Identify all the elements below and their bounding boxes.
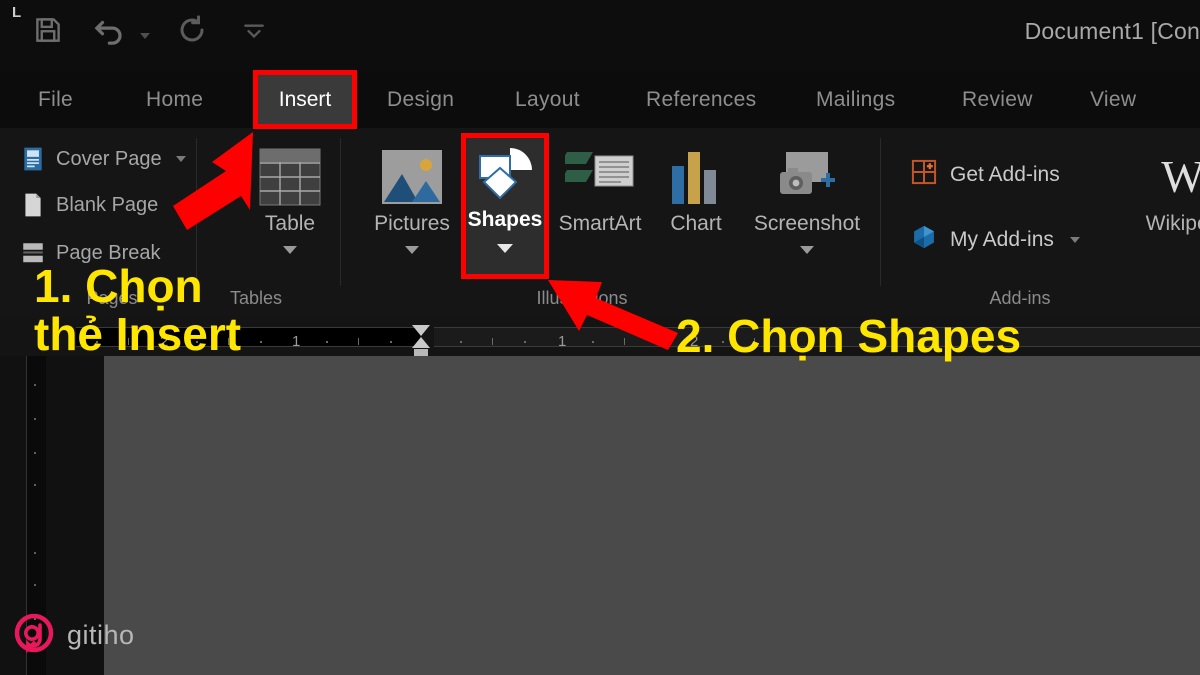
ruler-minor-tick (460, 341, 462, 343)
pictures-button[interactable]: Pictures (364, 142, 460, 254)
undo-icon[interactable] (90, 10, 130, 50)
chart-label: Chart (670, 212, 722, 235)
vruler-minor-tick (34, 484, 36, 486)
shapes-button[interactable]: Shapes (461, 133, 549, 279)
tab-layout[interactable]: Layout (515, 72, 580, 128)
gitiho-watermark-label: gitiho (67, 620, 135, 650)
ruler-minor-tick (492, 338, 493, 345)
wikipedia-button[interactable]: W Wikiped (1128, 142, 1200, 236)
get-addins-button[interactable]: Get Add-ins (910, 158, 1060, 192)
group-divider (340, 138, 341, 286)
vruler-minor-tick (34, 452, 36, 454)
ruler-minor-tick (524, 341, 526, 343)
quick-access-toolbar (28, 10, 274, 50)
ruler-minor-tick (390, 341, 392, 343)
gitiho-watermark: gitiho (14, 613, 135, 658)
tab-references[interactable]: References (646, 72, 756, 128)
my-addins-label: My Add-ins (950, 228, 1054, 251)
redo-icon[interactable] (172, 10, 212, 50)
group-label-addins: Add-ins (989, 288, 1051, 308)
my-addins-icon (910, 223, 938, 257)
ruler-minor-tick (326, 341, 328, 343)
group-divider (880, 138, 881, 286)
blank-page-button[interactable]: Blank Page (20, 192, 158, 218)
wikipedia-label: Wikiped (1145, 212, 1200, 235)
screenshot-dropdown-caret-icon[interactable] (800, 246, 814, 254)
ruler-minor-tick (358, 338, 359, 345)
tab-insert-label: Insert (278, 87, 332, 111)
tab-review[interactable]: Review (962, 72, 1033, 128)
shapes-icon (474, 142, 536, 204)
screenshot-label: Screenshot (753, 212, 861, 235)
tab-file[interactable]: File (38, 72, 73, 128)
get-addins-icon (910, 158, 938, 192)
pictures-label: Pictures (374, 212, 450, 235)
document-page[interactable]: y (104, 356, 1200, 675)
get-addins-label: Get Add-ins (950, 163, 1060, 186)
left-indent-marker[interactable] (414, 349, 428, 356)
document-title: Document1 [Con (1024, 18, 1200, 44)
blank-page-icon (20, 192, 46, 218)
screenshot-icon (776, 142, 838, 206)
tab-view[interactable]: View (1090, 72, 1136, 128)
vruler-minor-tick (34, 584, 36, 586)
pictures-dropdown-caret-icon[interactable] (405, 246, 419, 254)
customize-quick-access-icon[interactable] (234, 10, 274, 50)
chart-button[interactable]: Chart (648, 142, 744, 236)
smartart-icon (565, 142, 635, 206)
annotation-step-2: 2. Chọn Shapes (676, 310, 1022, 362)
pictures-icon (380, 142, 444, 206)
my-addins-button[interactable]: My Add-ins (910, 223, 1080, 257)
vruler-minor-tick (34, 384, 36, 386)
cover-page-icon (20, 146, 46, 172)
gitiho-logo-icon (14, 613, 54, 658)
undo-dropdown-caret-icon[interactable] (140, 33, 150, 39)
hanging-indent-marker[interactable] (412, 337, 430, 348)
screenshot-button[interactable]: Screenshot (752, 142, 862, 254)
shapes-label: Shapes (467, 208, 543, 231)
save-icon[interactable] (28, 10, 68, 50)
my-addins-caret-icon[interactable] (1069, 237, 1080, 243)
chart-icon (668, 142, 724, 206)
vruler-minor-tick (34, 418, 36, 420)
wikipedia-icon: W (1150, 142, 1200, 206)
tab-stop-selector[interactable]: L (12, 4, 21, 21)
ruler-tick: 1 (292, 333, 301, 350)
tab-mailings[interactable]: Mailings (816, 72, 895, 128)
word-window: Document1 [Con File Home Design Layout R… (0, 0, 1200, 675)
tab-design[interactable]: Design (387, 72, 454, 128)
smartart-button[interactable]: SmartArt (552, 142, 648, 236)
title-bar: Document1 [Con (0, 0, 1200, 72)
svg-text:W: W (1161, 151, 1200, 202)
shapes-dropdown-caret-icon[interactable] (497, 244, 513, 253)
vruler-minor-tick (34, 552, 36, 554)
arrow-to-insert-tab (173, 132, 253, 230)
ruler-minor-tick (260, 341, 262, 343)
annotation-step-1: 1. Chọn thẻ Insert (34, 260, 242, 360)
first-line-indent-marker[interactable] (412, 325, 430, 336)
smartart-label: SmartArt (558, 212, 642, 235)
